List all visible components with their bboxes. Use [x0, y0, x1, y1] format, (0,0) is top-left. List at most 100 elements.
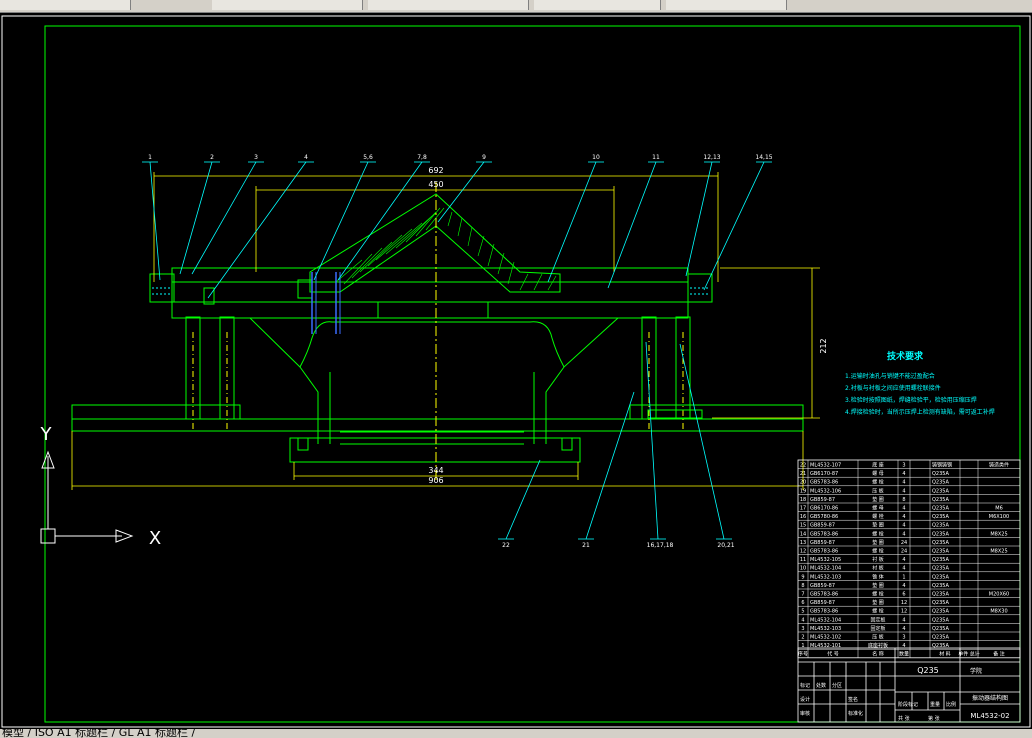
- bom-row-qty: 1: [902, 574, 905, 580]
- bom-row-note: M6X100: [989, 514, 1009, 520]
- bom-row-material: Q235A: [932, 574, 949, 580]
- bom-row-qty: 24: [901, 540, 907, 546]
- layout-tabs-text[interactable]: 模型 / ISO A1 标题栏 / GL A1 标题栏 /: [2, 729, 195, 738]
- bom-row-no: 8: [801, 583, 804, 589]
- tb-label-review: 审核: [800, 710, 810, 717]
- bom-row-qty: 8: [902, 497, 905, 503]
- callout-20-21: 20,21: [717, 542, 734, 549]
- plotstyle-combo[interactable]: [534, 0, 661, 10]
- bom-row-qty: 4: [902, 566, 905, 572]
- bom-row-name: 垫 圈: [872, 496, 884, 503]
- bom-row-material: Q235A: [932, 480, 949, 486]
- bom-row-material: Q235A: [932, 609, 949, 615]
- bom-row-note: M8X25: [990, 549, 1007, 555]
- bom-row-qty: 4: [902, 480, 905, 486]
- bom-row-no: 14: [800, 531, 806, 537]
- bom-row-code: GB5783-86: [810, 592, 838, 598]
- bom-row-no: 9: [801, 574, 804, 580]
- bom-row-qty: 6: [902, 592, 905, 598]
- bom-row-code: GB859-87: [810, 600, 835, 606]
- bom-header-code: 代 号: [827, 651, 839, 658]
- bom-row-code: GB5783-86: [810, 480, 838, 486]
- bom-row-name: 固定板: [870, 625, 885, 632]
- callout-10: 10: [592, 154, 600, 161]
- tb-label-standard: 标准化: [848, 710, 863, 717]
- bom-header-weight: 单件 总计: [958, 651, 980, 658]
- bom-table: 22 ML4532-107 底 座 3 铸钢铸钢 铸造类件21 GB6170-87 螺 母4Q…: [797, 459, 1021, 659]
- cone-hatch: [335, 207, 557, 291]
- bom-row-qty: 4: [902, 506, 905, 512]
- lineweight-combo[interactable]: [368, 0, 529, 10]
- callout-11: 11: [652, 154, 660, 161]
- tb-label-mark: 标记: [800, 682, 810, 689]
- bom-row-code: GB859-87: [810, 540, 835, 546]
- dim-212-text: 212: [819, 338, 828, 353]
- callout-14-15: 14,15: [755, 154, 772, 161]
- bom-row-material: Q235A: [932, 540, 949, 546]
- bom-row-no: 12: [800, 549, 806, 555]
- tb-label-scale: 比例: [946, 701, 956, 708]
- bom-row-qty: 4: [902, 523, 905, 529]
- bom-row-qty: 4: [902, 488, 905, 494]
- bom-row-name: 衬 板: [872, 556, 884, 563]
- bom-row-material: Q235A: [932, 592, 949, 598]
- bom-row-material: Q235A: [932, 617, 949, 623]
- bom-row-name: 螺 栓: [872, 479, 884, 486]
- notes-title: 技术要求: [887, 350, 924, 362]
- tb-label-sign: 签名: [848, 696, 858, 703]
- bom-row-qty: 12: [901, 609, 907, 615]
- bom-row-no: 5: [801, 609, 804, 615]
- ucs-x-label: X: [149, 528, 161, 549]
- callout-1: 1: [148, 154, 152, 161]
- bom-header-material: 材 料: [939, 651, 951, 658]
- bom-row-no: 21: [800, 471, 806, 477]
- bom-header-name: 名 称: [872, 651, 884, 658]
- tech-notes: 技术要求 1.运输时油孔与销键不能过盈配合 2.衬板与衬板之间应使用螺栓联接件 …: [845, 350, 995, 416]
- bom-row-material: Q235A: [932, 557, 949, 563]
- bom-row-material: Q235A: [932, 600, 949, 606]
- bom-row-material: Q235A: [932, 506, 949, 512]
- bom-row-no: 17: [800, 506, 806, 512]
- callout-4: 4: [304, 154, 308, 161]
- note-3: 3.检验时按照图纸，焊缝检验平，检验用压缩压焊: [845, 396, 977, 404]
- layout-tabs-bar[interactable]: 模型 / ISO A1 标题栏 / GL A1 标题栏 /: [0, 729, 1032, 738]
- bom-row-material: Q235A: [932, 488, 949, 494]
- callout-labels-top: 1 2 3 4 5,6 7,8 9 10 11 12,13 14,15: [148, 154, 773, 161]
- bom-row-code: ML4532-105: [810, 557, 841, 563]
- dimensions: [71, 172, 820, 490]
- bom-row-no: 3: [801, 626, 804, 632]
- bom-row-no: 19: [800, 488, 806, 494]
- callout-3: 3: [254, 154, 258, 161]
- title-drawing-number: ML4532-02: [970, 712, 1009, 720]
- bom-header-qty: 数量: [899, 651, 909, 658]
- linetype-combo[interactable]: [212, 0, 363, 10]
- bom-row-material: Q235A: [932, 583, 949, 589]
- bom-row-no: 7: [801, 592, 804, 598]
- color-combo[interactable]: [0, 0, 131, 10]
- callout-9: 9: [482, 154, 486, 161]
- note-1: 1.运输时油孔与销键不能过盈配合: [845, 372, 935, 380]
- style-combo[interactable]: [666, 0, 787, 10]
- leaders: [142, 161, 772, 540]
- tb-label-stage: 阶段标记: [898, 701, 918, 708]
- callout-16-17-18: 16,17,18: [647, 542, 674, 549]
- bom-row-code: ML4532-102: [810, 635, 841, 641]
- bom-row-qty: 12: [901, 600, 907, 606]
- callout-22: 22: [502, 542, 510, 549]
- bom-row-qty: 4: [902, 514, 905, 520]
- callout-2: 2: [210, 154, 214, 161]
- tb-label-zone: 分区: [832, 682, 842, 689]
- bom-row-no: 11: [800, 557, 806, 563]
- bom-row-material: Q235A: [932, 635, 949, 641]
- drawing-canvas[interactable]: 692 450 212 344 906 1 2 3 4 5,6 7,8 9 10…: [0, 12, 1032, 729]
- drawing-svg[interactable]: 692 450 212 344 906 1 2 3 4 5,6 7,8 9 10…: [0, 12, 1032, 729]
- bom-row-code: ML4532-107: [810, 463, 841, 469]
- title-block-text: Q235 学院 振动器结构图 ML4532-02 标记 处数 分区 签名 设计 …: [800, 666, 1010, 722]
- bom-row-name: 螺 母: [872, 505, 884, 512]
- bom-row-name: 衬 板: [872, 565, 884, 572]
- note-2: 2.衬板与衬板之间应使用螺栓联接件: [845, 384, 941, 392]
- bom-header-note: 备 注: [993, 651, 1005, 658]
- bom-row-code: ML4532-104: [810, 566, 841, 572]
- bom-row-code: GB5783-86: [810, 531, 838, 537]
- tb-label-weight: 重量: [930, 701, 940, 708]
